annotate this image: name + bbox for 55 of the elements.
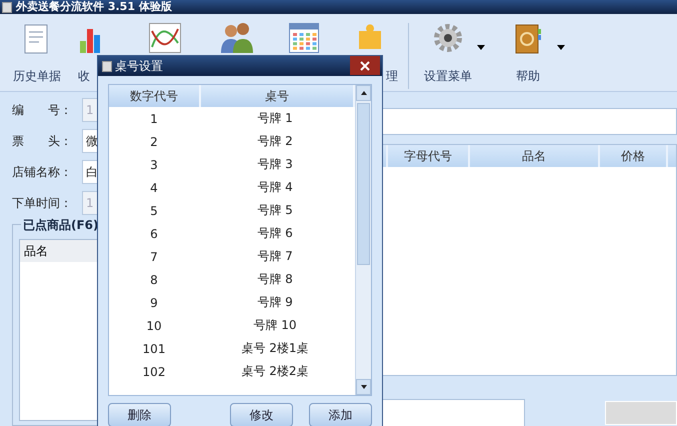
dialog-title: 桌号设置 <box>115 58 163 74</box>
field-label: 编 号： <box>12 102 73 118</box>
up-arrow-icon[interactable] <box>360 91 366 95</box>
table-cell-text: 号牌 7 <box>256 248 294 265</box>
table-cell-text: 5 <box>149 204 159 218</box>
column-header: 品名 <box>470 145 600 167</box>
caret-icon[interactable] <box>477 45 485 50</box>
table-cell-text: 9 <box>149 296 159 310</box>
toolbar-button[interactable]: 历史单据 <box>0 23 74 85</box>
table-cell-text: 桌号 2楼1桌 <box>240 340 310 357</box>
table-cell-text: 3 <box>149 158 159 172</box>
down-arrow-icon[interactable] <box>360 385 366 389</box>
table-cell-text: 7 <box>149 250 159 264</box>
table-cell-text: 2 <box>149 134 159 148</box>
table-cell-text: 号牌 4 <box>256 179 294 196</box>
field-label: 店铺名称： <box>12 164 73 180</box>
scrollbar[interactable] <box>355 85 371 395</box>
toolbar-button[interactable]: 设置菜单 <box>415 23 481 85</box>
table-cell-text: 号牌 3 <box>256 156 294 173</box>
calendar-icon <box>289 23 319 53</box>
window-title: 外卖送餐分流软件 3.51 体验版 <box>16 0 172 14</box>
table-cell-text: 101 <box>142 342 166 356</box>
table-cell-text: 号牌 10 <box>252 317 298 334</box>
address-book-icon <box>513 23 543 55</box>
table-cell-text: 102 <box>142 364 166 378</box>
dialog-icon <box>102 60 112 72</box>
line-chart-icon <box>149 23 181 53</box>
table-cell-text: 桌号 2楼2桌 <box>240 363 310 380</box>
table-cell-text: 4 <box>149 180 159 194</box>
toolbar-button[interactable]: 理 <box>335 23 405 85</box>
table-cell-text: 号牌 6 <box>256 225 294 242</box>
close-icon <box>360 60 370 70</box>
table-cell-text: 号牌 9 <box>256 294 294 311</box>
table-cell-text: 号牌 1 <box>256 110 294 127</box>
dialog-button[interactable]: 添加 <box>309 403 372 426</box>
column-header: 字母代号 <box>388 145 470 167</box>
table-cell-text: 10 <box>145 318 163 332</box>
settings-icon <box>433 23 463 53</box>
table-cell-text: 号牌 2 <box>256 133 294 150</box>
column-header: 数字代号 <box>109 85 201 107</box>
caret-icon[interactable] <box>557 45 565 50</box>
field-label: 下单时间： <box>12 194 73 212</box>
people-icon <box>220 23 252 53</box>
dialog-button[interactable]: 修改 <box>230 403 293 426</box>
app-icon <box>2 2 12 12</box>
table-cell-text: 号牌 5 <box>256 202 294 219</box>
close-button[interactable] <box>350 56 380 75</box>
table-cell-text: 8 <box>149 272 159 286</box>
field-label: 票 头： <box>12 132 73 150</box>
delete-button[interactable]: 删除 <box>108 403 171 426</box>
table-cell-text: 6 <box>149 226 159 240</box>
table-cell-text: 1 <box>149 112 159 126</box>
toolbar-button[interactable]: 帮助 <box>495 23 561 85</box>
column-header: 价格 <box>600 145 668 167</box>
table-cell-text: 号牌 8 <box>256 271 294 288</box>
